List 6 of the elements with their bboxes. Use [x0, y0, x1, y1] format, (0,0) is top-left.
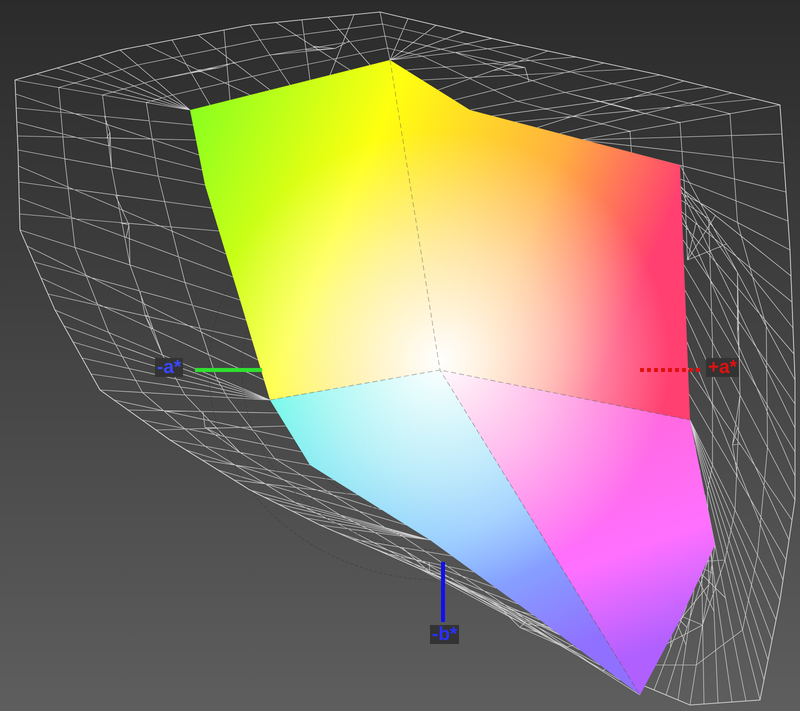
axis-label: -a* [155, 358, 184, 377]
axis-label: +a* [706, 358, 740, 377]
axis-line [441, 562, 445, 622]
axis-label: -b* [430, 625, 460, 644]
axis-line [195, 368, 262, 372]
axis-line [640, 368, 700, 372]
